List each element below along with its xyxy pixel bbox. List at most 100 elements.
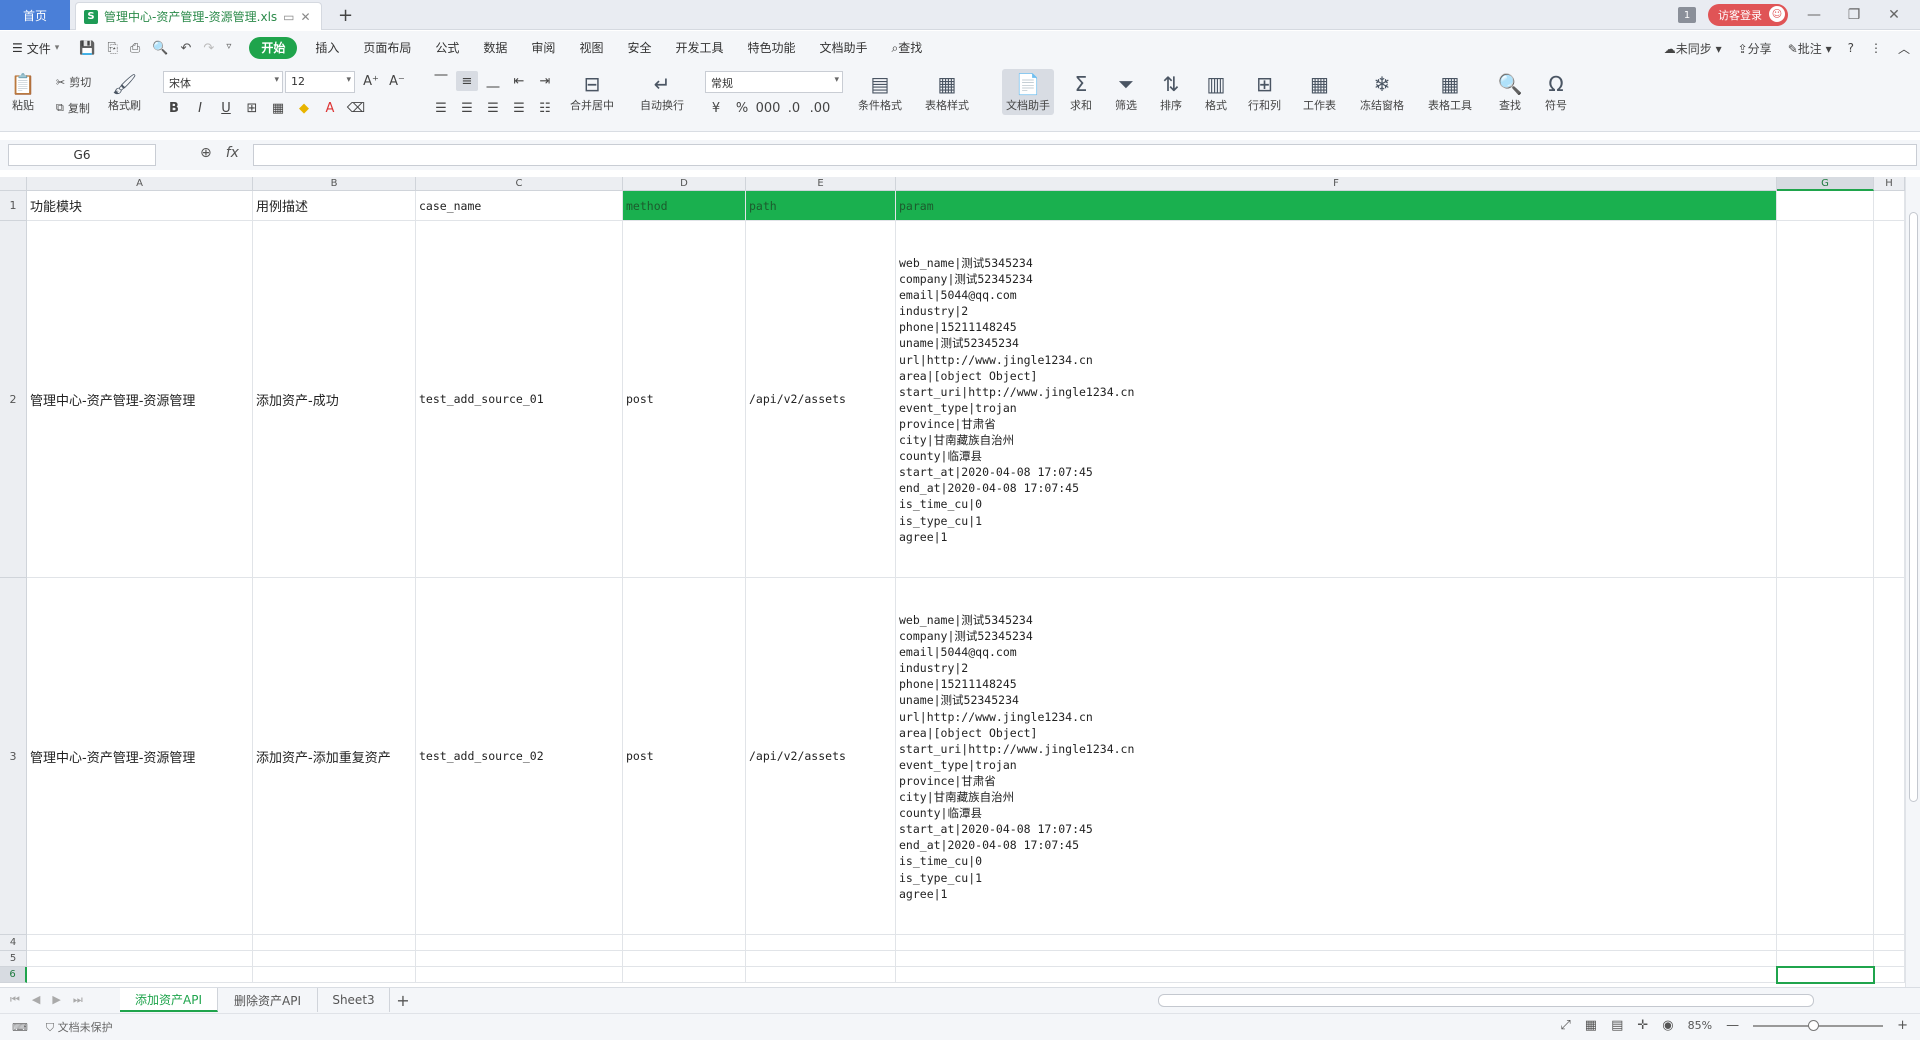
menu-tab-security[interactable]: 安全 — [615, 37, 663, 59]
param-cell[interactable]: web_name|测试5345234 company|测试52345234 em… — [896, 221, 1777, 578]
cell[interactable] — [27, 951, 253, 967]
freeze-panes-button[interactable]: ❄ 冻结窗格 — [1360, 71, 1404, 113]
sort-button[interactable]: ⇅ 排序 — [1158, 71, 1184, 113]
prev-sheet-icon[interactable]: ◀ — [32, 993, 40, 1007]
vertical-scroll-thumb[interactable] — [1909, 212, 1918, 802]
format-button[interactable]: ▥ 格式 — [1203, 71, 1229, 113]
align-right-icon[interactable]: ☰ — [482, 98, 504, 118]
spreadsheet-grid[interactable]: A B C D E F G H 1 功能模块 用例描述 case_name me… — [0, 177, 1905, 987]
filter-button[interactable]: ⏷ 筛选 — [1113, 71, 1139, 113]
sum-button[interactable]: Σ 求和 — [1068, 71, 1094, 113]
copy-button[interactable]: ⧉ 复制 — [56, 100, 90, 116]
cell[interactable] — [1777, 221, 1874, 578]
document-tab[interactable]: S 管理中心-资产管理-资源管理.xls ▭ ✕ — [75, 2, 322, 30]
menu-tab-insert[interactable]: 插入 — [303, 37, 351, 59]
float-window-icon[interactable]: ▭ — [283, 10, 294, 24]
select-all-corner[interactable] — [0, 177, 27, 191]
justify-icon[interactable]: ☰ — [508, 98, 530, 118]
menu-tab-review[interactable]: 审阅 — [519, 37, 567, 59]
path-cell[interactable]: /api/v2/assets — [746, 221, 896, 578]
font-color-icon[interactable]: A — [319, 98, 341, 118]
first-sheet-icon[interactable]: ⏮ — [10, 993, 20, 1007]
cell[interactable] — [416, 935, 623, 951]
table-style-button[interactable]: ▦ 表格样式 — [925, 71, 969, 113]
cut-button[interactable]: ✂ 剪切 — [56, 74, 91, 90]
header-cell-param[interactable]: param — [896, 191, 1777, 221]
zoom-out-icon[interactable]: — — [1726, 1018, 1739, 1033]
column-header-h[interactable]: H — [1874, 177, 1905, 191]
header-cell-case-name[interactable]: case_name — [416, 191, 623, 221]
cell[interactable] — [253, 935, 416, 951]
row-header-1[interactable]: 1 — [0, 191, 27, 221]
last-sheet-icon[interactable]: ⏭ — [73, 993, 83, 1007]
name-box[interactable]: G6 — [8, 144, 156, 166]
column-header-e[interactable]: E — [746, 177, 896, 191]
desc-cell[interactable]: 添加资产-成功 — [253, 221, 416, 578]
window-count-badge[interactable]: 1 — [1678, 7, 1696, 23]
sheet-tab-sheet3[interactable]: Sheet3 — [318, 988, 390, 1012]
row-header-4[interactable]: 4 — [0, 935, 27, 951]
cell[interactable] — [416, 967, 623, 983]
module-cell[interactable]: 管理中心-资产管理-资源管理 — [27, 221, 253, 578]
sheet-tab-add-asset-api[interactable]: 添加资产API — [120, 988, 218, 1012]
cell[interactable] — [896, 951, 1777, 967]
comment-button[interactable]: ✎批注 ▾ — [1788, 40, 1832, 57]
number-format-select[interactable]: 常规 — [705, 71, 843, 93]
menu-tab-doc-helper[interactable]: 文档助手 — [808, 37, 880, 59]
undo-icon[interactable]: ↶ — [181, 41, 192, 56]
align-top-icon[interactable]: ⎺ — [430, 71, 452, 91]
cell[interactable] — [1777, 951, 1874, 967]
doc-helper-button[interactable]: 📄 文档助手 — [1002, 69, 1054, 115]
eraser-icon[interactable]: ⌫ — [345, 98, 367, 118]
table-tools-button[interactable]: ▦ 表格工具 — [1428, 71, 1472, 113]
sync-button[interactable]: ☁未同步 ▾ — [1664, 40, 1722, 57]
zoom-level[interactable]: 85% — [1688, 1019, 1712, 1032]
login-button[interactable]: 访客登录 ☺ — [1708, 4, 1788, 26]
menu-tab-view[interactable]: 视图 — [567, 37, 615, 59]
cell[interactable] — [896, 967, 1777, 983]
share-button[interactable]: ⇪分享 — [1738, 40, 1772, 57]
print-icon[interactable]: ⎙ — [130, 41, 140, 56]
align-bottom-icon[interactable]: ⎽ — [482, 71, 504, 91]
cell[interactable] — [1777, 578, 1874, 935]
cell[interactable] — [623, 951, 746, 967]
column-header-a[interactable]: A — [27, 177, 253, 191]
align-middle-icon[interactable]: ≡ — [456, 71, 478, 91]
conditional-format-button[interactable]: ▤ 条件格式 — [858, 71, 902, 113]
more-icon[interactable]: ⋮ — [1870, 41, 1882, 55]
restore-icon[interactable]: ❐ — [1840, 7, 1868, 23]
menu-search[interactable]: ⌕查找 — [880, 37, 935, 59]
decrease-indent-icon[interactable]: ⇤ — [508, 71, 530, 91]
save-icon[interactable]: 💾 — [79, 41, 95, 56]
cell[interactable] — [746, 967, 896, 983]
format-painter-button[interactable]: 🖌 格式刷 — [108, 71, 141, 113]
reading-mode-icon[interactable]: ✛ — [1637, 1018, 1648, 1033]
header-cell-desc[interactable]: 用例描述 — [253, 191, 416, 221]
thousands-icon[interactable]: 000 — [756, 98, 781, 118]
cell[interactable] — [746, 951, 896, 967]
next-sheet-icon[interactable]: ▶ — [52, 993, 60, 1007]
fill-pattern-icon[interactable]: ▦ — [267, 98, 289, 118]
menu-tab-data[interactable]: 数据 — [471, 37, 519, 59]
cell[interactable] — [746, 935, 896, 951]
fill-color-icon[interactable]: ◆ — [293, 98, 315, 118]
font-name-select[interactable]: 宋体 — [163, 71, 283, 93]
cell[interactable] — [623, 967, 746, 983]
zoom-in-icon[interactable]: + — [1897, 1018, 1908, 1033]
paste-button[interactable]: 📋 粘贴 — [10, 71, 36, 113]
cell[interactable] — [1874, 191, 1905, 221]
cell[interactable] — [1874, 967, 1905, 983]
path-cell[interactable]: /api/v2/assets — [746, 578, 896, 935]
redo-icon[interactable]: ↷ — [203, 41, 214, 56]
cell[interactable] — [1777, 191, 1874, 221]
minimize-icon[interactable]: — — [1800, 7, 1828, 23]
zoom-slider-knob[interactable] — [1808, 1019, 1820, 1031]
cell[interactable] — [416, 951, 623, 967]
find-button[interactable]: 🔍 查找 — [1497, 71, 1523, 113]
add-sheet-button[interactable]: + — [390, 988, 416, 1012]
decrease-font-icon[interactable]: A⁻ — [386, 71, 408, 91]
row-header-3[interactable]: 3 — [0, 578, 27, 935]
increase-decimal-icon[interactable]: .0 — [783, 98, 805, 118]
new-tab-button[interactable]: + — [338, 5, 353, 26]
row-header-5[interactable]: 5 — [0, 951, 27, 967]
